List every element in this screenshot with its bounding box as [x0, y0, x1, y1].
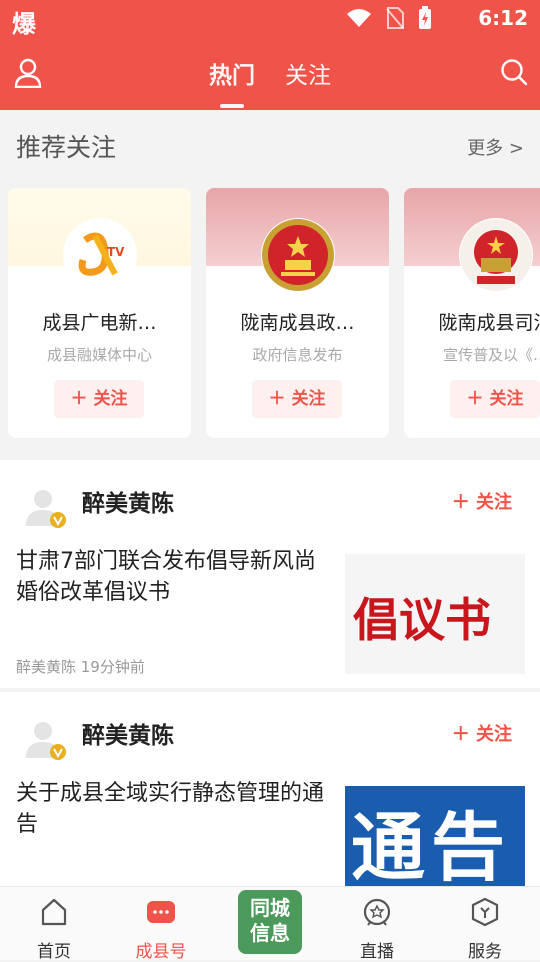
judicial-emblem-icon [459, 218, 533, 292]
thumbnail-text: 通告 [351, 805, 511, 886]
recommend-cards: TV 成县广电新… 成县融媒体中心 ＋ 关注 陇南成县政… 政府信息发布 ＋ 关… [8, 188, 540, 438]
wifi-icon [347, 9, 371, 27]
author-name[interactable]: 醉美黄陈 [82, 484, 174, 518]
card-name: 陇南成县司法 [438, 312, 540, 334]
local-info-line2: 信息 [250, 921, 290, 945]
tv-logo-text: TV [107, 245, 125, 259]
battery-charging-icon [419, 6, 431, 29]
more-link[interactable]: 更多 > [467, 134, 524, 160]
follow-button[interactable]: ＋ 关注 [450, 380, 540, 418]
nav-live[interactable]: 直播 [327, 897, 427, 962]
card-name: 成县广电新… [42, 312, 157, 334]
follow-button[interactable]: ＋ 关注 [54, 380, 144, 418]
status-bar: 爆 6:12 [0, 0, 540, 38]
local-info-button[interactable]: 同城 信息 [234, 874, 306, 954]
service-icon [471, 897, 499, 927]
follow-button[interactable]: ＋ 关注 [252, 380, 342, 418]
nav-service[interactable]: 服务 [435, 897, 535, 962]
status-time: 6:12 [478, 6, 528, 30]
nav-chengxianhao[interactable]: 成县号 [111, 897, 211, 962]
nav-label: 直播 [360, 942, 394, 962]
article-thumbnail[interactable]: 通告 [345, 786, 525, 886]
home-icon [41, 898, 67, 926]
author-avatar[interactable] [24, 486, 68, 530]
top-tabs: 热门 关注 [0, 56, 540, 108]
feed-item[interactable]: 醉美黄陈 ＋ 关注 甘肃7部门联合发布倡导新风尚婚俗改革倡议书 醉美黄陈 19分… [0, 460, 540, 688]
thumbnail-text: 倡议书 [353, 593, 491, 647]
top-header: 热门 关注 [0, 38, 540, 110]
app-notification-glyph: 爆 [12, 10, 36, 38]
follow-button[interactable]: ＋ 关注 [452, 488, 512, 514]
nav-label: 服务 [468, 942, 502, 962]
national-emblem-icon [261, 218, 335, 292]
recommend-card[interactable]: 陇南成县司法 宣传普及以《… ＋ 关注 [404, 188, 540, 438]
author-avatar[interactable] [24, 718, 68, 762]
tab-following[interactable]: 关注 [285, 56, 331, 90]
nav-label: 成县号 [135, 942, 187, 962]
card-name: 陇南成县政… [240, 312, 355, 334]
chat-icon [147, 901, 175, 923]
nav-label: 首页 [37, 942, 71, 962]
article-title[interactable]: 关于成县全域实行静态管理的通告 [16, 778, 334, 840]
nav-home[interactable]: 首页 [4, 897, 104, 962]
recommend-title: 推荐关注 [16, 133, 117, 162]
local-info-line1: 同城 [250, 896, 290, 920]
recommend-card[interactable]: TV 成县广电新… 成县融媒体中心 ＋ 关注 [8, 188, 191, 438]
search-icon[interactable] [500, 58, 528, 92]
article-meta: 醉美黄陈 19分钟前 [16, 658, 145, 676]
card-desc: 政府信息发布 [252, 346, 343, 364]
tab-hot[interactable]: 热门 [209, 56, 255, 108]
local-info-badge: 同城 信息 [238, 890, 302, 954]
no-sim-icon [386, 7, 404, 29]
author-name[interactable]: 醉美黄陈 [82, 716, 174, 750]
channel-logo: TV [63, 218, 137, 292]
feed-item[interactable]: 醉美黄陈 ＋ 关注 关于成县全域实行静态管理的通告 通告 [0, 692, 540, 886]
article-thumbnail[interactable]: 倡议书 [345, 554, 525, 674]
recommend-card[interactable]: 陇南成县政… 政府信息发布 ＋ 关注 [206, 188, 389, 438]
follow-button[interactable]: ＋ 关注 [452, 720, 512, 746]
status-icons [346, 6, 432, 30]
card-desc: 宣传普及以《… [442, 346, 540, 364]
live-icon [363, 898, 391, 926]
card-desc: 成县融媒体中心 [46, 346, 152, 364]
recommend-header: 推荐关注 更多 > [16, 128, 524, 164]
article-title[interactable]: 甘肃7部门联合发布倡导新风尚婚俗改革倡议书 [16, 546, 334, 608]
